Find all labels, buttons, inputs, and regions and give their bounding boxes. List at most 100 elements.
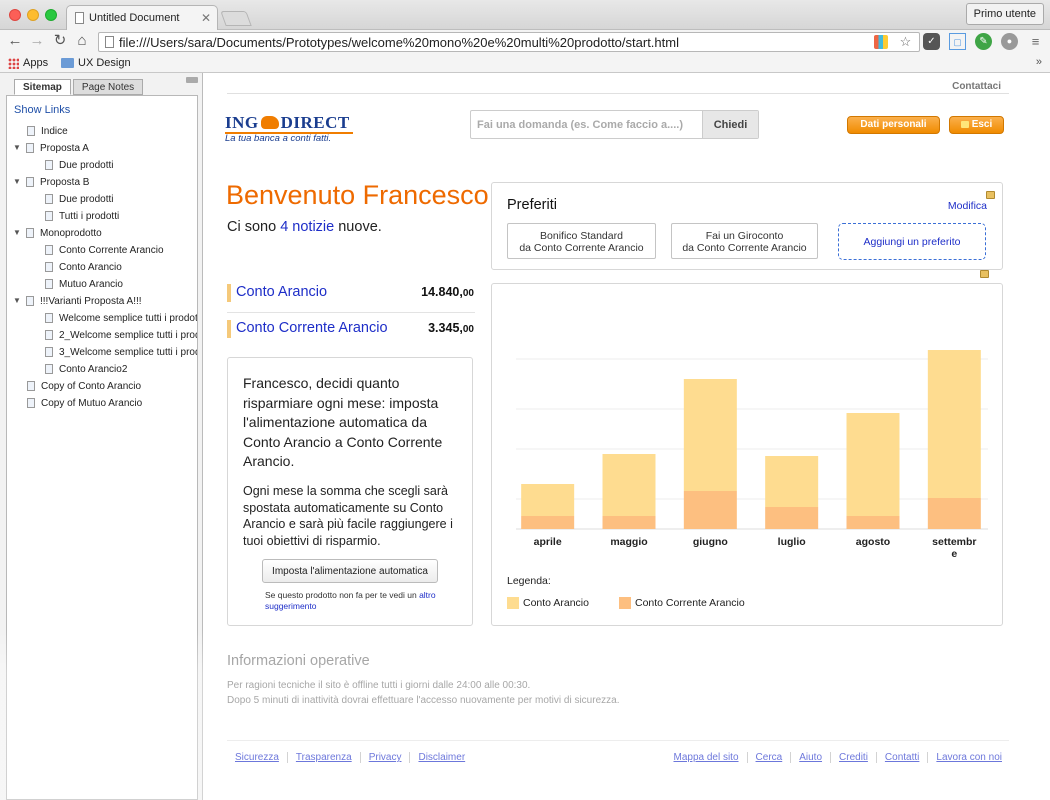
evernote-icon[interactable]: ✎ bbox=[975, 33, 992, 50]
note-icon[interactable] bbox=[980, 270, 989, 278]
account-name[interactable]: Conto Corrente Arancio bbox=[236, 320, 388, 336]
sitemap-item[interactable]: Indice bbox=[13, 124, 197, 141]
sitemap-item[interactable]: ▼ Proposta A bbox=[13, 141, 197, 158]
sitemap-item[interactable]: Tutti i prodotti bbox=[13, 209, 197, 226]
more-bookmarks-icon[interactable]: » bbox=[1036, 56, 1042, 68]
account-row-conto-arancio[interactable]: Conto Arancio 14.840,00 bbox=[227, 284, 474, 302]
expand-arrow-icon[interactable]: ▼ bbox=[13, 143, 21, 152]
screen-capture-icon[interactable]: ▢ bbox=[949, 33, 966, 50]
bar-settembre-conto-arancio bbox=[927, 350, 981, 498]
set-auto-transfer-button[interactable]: Imposta l'alimentazione automatica bbox=[262, 559, 438, 583]
sitemap-item-label: Due prodotti bbox=[59, 160, 114, 171]
edit-favorites-link[interactable]: Modifica bbox=[948, 200, 987, 212]
page-icon bbox=[27, 381, 35, 391]
sitemap-item[interactable]: Mutuo Arancio bbox=[13, 277, 197, 294]
contact-link[interactable]: Contattaci bbox=[952, 81, 1001, 92]
sitemap-item[interactable]: Copy of Mutuo Arancio bbox=[13, 396, 197, 413]
close-window-button[interactable] bbox=[9, 9, 21, 21]
ask-button[interactable]: Chiedi bbox=[702, 111, 758, 138]
bookmark-label: Apps bbox=[23, 57, 49, 69]
sitemap-item[interactable]: Due prodotti bbox=[13, 192, 197, 209]
address-bar[interactable]: file:///Users/sara/Documents/Prototypes/… bbox=[98, 32, 920, 52]
bookmark-ux-design[interactable]: UX Design bbox=[61, 57, 131, 69]
sitemap-item[interactable]: Due prodotti bbox=[13, 158, 197, 175]
prototype-page: Contattaci ING DIRECT La tua banca a cont… bbox=[204, 73, 1050, 800]
account-divider bbox=[227, 312, 475, 313]
note-icon[interactable] bbox=[986, 191, 995, 199]
news-link[interactable]: 4 notizie bbox=[280, 219, 334, 235]
home-icon[interactable]: ⌂ bbox=[73, 32, 91, 50]
back-icon[interactable]: ← bbox=[6, 32, 24, 50]
menu-icon[interactable]: ≡ bbox=[1027, 33, 1044, 50]
collapse-pane-icon[interactable] bbox=[186, 77, 198, 83]
expand-arrow-icon[interactable]: ▼ bbox=[13, 177, 21, 186]
expand-arrow-icon[interactable]: ▼ bbox=[13, 228, 21, 237]
account-name[interactable]: Conto Arancio bbox=[236, 284, 327, 300]
page-icon bbox=[45, 194, 53, 204]
sitemap-item[interactable]: ▼ Monoprodotto bbox=[13, 226, 197, 243]
sitemap-item-label: Conto Corrente Arancio bbox=[59, 245, 164, 256]
footer-link[interactable]: Crediti bbox=[830, 752, 876, 763]
footer-link[interactable]: Privacy bbox=[359, 752, 410, 763]
sitemap-item-label: Mutuo Arancio bbox=[59, 279, 123, 290]
sitemap-item[interactable]: Conto Corrente Arancio bbox=[13, 243, 197, 260]
logo-text-right: DIRECT bbox=[280, 113, 350, 132]
favorite-bonifico-button[interactable]: Bonifico Standard da Conto Corrente Aranc… bbox=[507, 223, 656, 259]
tab-title: Untitled Document bbox=[89, 12, 180, 24]
page-icon bbox=[45, 245, 53, 255]
footer-link[interactable]: Contatti bbox=[875, 752, 927, 763]
minimize-window-button[interactable] bbox=[27, 9, 39, 21]
header-divider bbox=[227, 93, 1009, 94]
info-title: Informazioni operative bbox=[227, 653, 370, 669]
show-links-link[interactable]: Show Links bbox=[14, 104, 70, 116]
bookmark-apps[interactable]: Apps bbox=[8, 57, 48, 69]
footer-link[interactable]: Lavora con noi bbox=[927, 752, 1002, 763]
profile-button[interactable]: Primo utente bbox=[965, 3, 1044, 25]
account-row-conto-corrente-arancio[interactable]: Conto Corrente Arancio 3.345,00 bbox=[227, 320, 474, 338]
tab-sitemap[interactable]: Sitemap bbox=[14, 79, 71, 95]
layers-extension-icon[interactable] bbox=[874, 35, 888, 49]
legend-label: Conto Arancio bbox=[523, 597, 589, 609]
footer-link[interactable]: Mappa del sito bbox=[665, 752, 746, 763]
pocket-icon[interactable]: ✓ bbox=[923, 33, 940, 50]
sitemap-item[interactable]: Conto Arancio2 bbox=[13, 362, 197, 379]
folder-icon bbox=[61, 58, 74, 68]
expand-arrow-icon[interactable]: ▼ bbox=[13, 296, 21, 305]
extension-badge-icon[interactable]: ● bbox=[1001, 33, 1018, 50]
browser-tab[interactable]: Untitled Document ✕ bbox=[66, 5, 218, 31]
footer-link[interactable]: Cerca bbox=[746, 752, 791, 763]
sitemap-item[interactable]: ▼ Proposta B bbox=[13, 175, 197, 192]
add-favorite-button[interactable]: Aggiungi un preferito bbox=[838, 223, 986, 260]
x-tick-label: settembr e bbox=[932, 536, 976, 560]
footer-link[interactable]: Disclaimer bbox=[409, 752, 473, 763]
sitemap-item-label: 3_Welcome semplice tutti i prodo bbox=[59, 347, 197, 358]
sitemap-item[interactable]: ▼ !!!Varianti Proposta A!!! bbox=[13, 294, 197, 311]
bookmark-star-icon[interactable]: ☆ bbox=[897, 33, 914, 50]
bar-giugno-conto-arancio bbox=[683, 379, 737, 491]
sitemap-item[interactable]: Copy of Conto Arancio bbox=[13, 379, 197, 396]
footer-link[interactable]: Trasparenza bbox=[286, 752, 360, 763]
close-tab-icon[interactable]: ✕ bbox=[201, 11, 211, 25]
logout-button[interactable]: Esci bbox=[949, 116, 1004, 134]
footer-link[interactable]: Aiuto bbox=[790, 752, 830, 763]
zoom-window-button[interactable] bbox=[45, 9, 57, 21]
faq-search-input[interactable] bbox=[471, 111, 703, 138]
sitemap-item-label: Proposta B bbox=[40, 177, 90, 188]
footer-link[interactable]: Sicurezza bbox=[227, 752, 287, 763]
sitemap-item[interactable]: 3_Welcome semplice tutti i prodo bbox=[13, 345, 197, 362]
sitemap-item[interactable]: 2_Welcome semplice tutti i prodo bbox=[13, 328, 197, 345]
address-url: file:///Users/sara/Documents/Prototypes/… bbox=[119, 35, 679, 50]
lock-icon bbox=[960, 121, 969, 128]
tab-page-notes[interactable]: Page Notes bbox=[72, 79, 144, 95]
sitemap-item[interactable]: Conto Arancio bbox=[13, 260, 197, 277]
new-tab-button[interactable] bbox=[220, 11, 252, 26]
ing-direct-logo[interactable]: ING DIRECT La tua banca a conti fatti. bbox=[225, 113, 365, 144]
page-icon bbox=[26, 177, 34, 187]
sitemap-item[interactable]: Welcome semplice tutti i prodotti bbox=[13, 311, 197, 328]
personal-data-button[interactable]: Dati personali bbox=[847, 116, 940, 134]
reload-icon[interactable]: ↻ bbox=[51, 32, 69, 50]
favorite-giroconto-button[interactable]: Fai un Giroconto da Conto Corrente Aranci… bbox=[671, 223, 818, 259]
balance-chart: aprile maggio giugno luglio agosto settembr e bbox=[516, 350, 988, 560]
forward-icon[interactable]: → bbox=[28, 32, 46, 50]
bar-aprile-conto-corrente-arancio bbox=[521, 516, 575, 529]
